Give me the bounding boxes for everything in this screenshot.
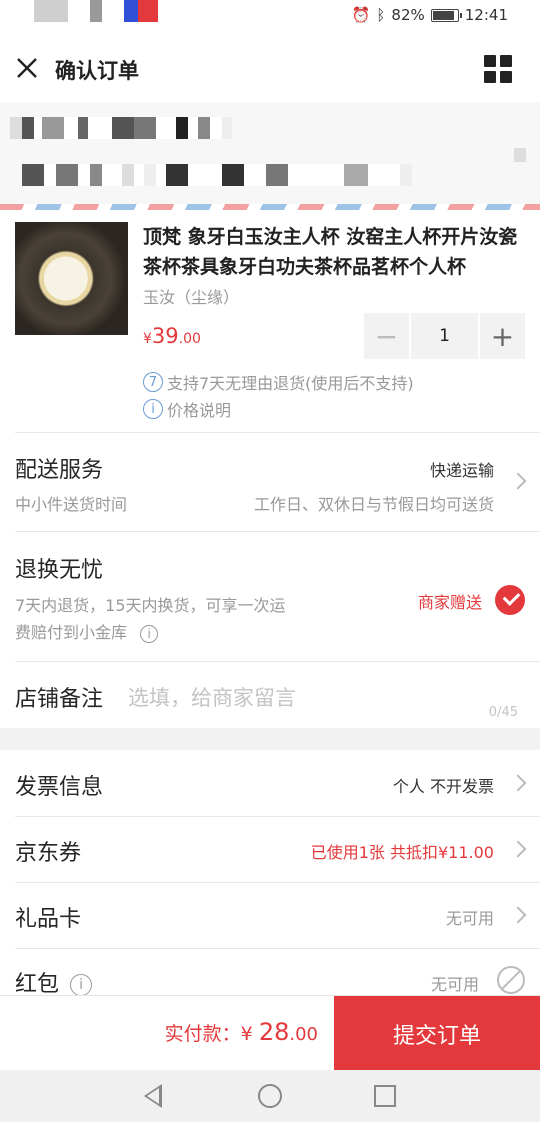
address-detail-blurred	[22, 164, 412, 186]
chevron-right-icon	[509, 472, 527, 490]
close-icon[interactable]	[14, 55, 40, 81]
price-explanation-text: 价格说明	[167, 401, 232, 420]
remark-counter: 0/45	[488, 705, 518, 720]
submit-order-button[interactable]: 提交订单	[334, 996, 540, 1071]
delivery-sub-left: 中小件送货时间	[15, 495, 128, 514]
delivery-value: 快递运输	[429, 461, 494, 480]
divider	[15, 816, 540, 817]
return-policy-text: 支持7天无理由退货(使用后不支持)	[167, 374, 414, 393]
chevron-right-icon	[509, 840, 527, 858]
redpacket-row[interactable]: 红包 i 无可用	[0, 948, 540, 995]
return-service-row: 退换无忧 7天内退货，15天内换货，可享一次运 费赔付到小金库 i 商家赠送	[0, 531, 540, 661]
total-label: 实付款：	[164, 1023, 241, 1045]
clock: 12:41	[464, 6, 508, 24]
price-integer: 39	[151, 324, 179, 348]
price-symbol: ¥	[143, 331, 152, 347]
store-remark-row: 店铺备注 选填，给商家留言 0/45	[0, 661, 540, 728]
battery-icon	[430, 8, 462, 22]
product-card: 顶梵 象牙白玉汝主人杯 汝窑主人杯开片汝瓷茶杯茶具象牙白功夫茶杯品茗杯个人杯 玉…	[0, 210, 540, 432]
address-section[interactable]	[0, 102, 540, 208]
battery-percent: 82%	[391, 6, 425, 24]
home-icon[interactable]	[258, 1084, 282, 1108]
page-title: 确认订单	[55, 59, 139, 83]
divider	[15, 661, 540, 662]
status-notification-icons	[34, 0, 158, 22]
quantity-value[interactable]: 1	[411, 313, 478, 359]
total-integer: 28	[258, 1018, 290, 1046]
info-icon: i	[143, 399, 163, 419]
divider	[15, 882, 540, 883]
info-icon[interactable]: i	[140, 624, 159, 643]
recent-apps-icon[interactable]	[374, 1085, 396, 1107]
delivery-sub-right: 工作日、双休日与节假日均可送货	[253, 495, 494, 514]
invoice-label: 发票信息	[15, 775, 104, 800]
back-icon[interactable]	[144, 1084, 162, 1108]
delivery-service-row[interactable]: 配送服务 快递运输 中小件送货时间 工作日、双休日与节假日均可送货	[0, 432, 540, 531]
check-icon[interactable]	[495, 585, 525, 615]
ban-icon	[497, 966, 525, 994]
return-policy-tip: 7 支持7天无理由退货(使用后不支持)	[143, 370, 414, 394]
total-symbol: ¥	[240, 1023, 259, 1045]
chevron-right-icon	[514, 148, 526, 162]
decrease-button[interactable]: −	[364, 313, 409, 359]
return-service-desc-line1: 7天内退货，15天内换货，可享一次运	[15, 596, 286, 615]
remark-input[interactable]: 选填，给商家留言	[128, 682, 296, 712]
divider	[15, 432, 540, 433]
seven-day-icon: 7	[143, 372, 163, 392]
divider	[15, 531, 540, 532]
quantity-stepper: − 1 +	[364, 313, 525, 359]
giftcard-row[interactable]: 礼品卡 无可用	[0, 882, 540, 948]
delivery-label: 配送服务	[15, 458, 104, 483]
increase-button[interactable]: +	[480, 313, 525, 359]
return-service-value: 商家赠送	[417, 593, 482, 612]
address-name-blurred	[10, 117, 232, 139]
product-price: ¥39.00	[143, 324, 201, 348]
redpacket-label-wrap: 红包 i	[15, 966, 93, 995]
total-amount: 实付款：¥ 28.00	[165, 1018, 318, 1046]
bottom-bar: 实付款：¥ 28.00 提交订单	[0, 995, 540, 1071]
redpacket-value: 无可用	[430, 975, 479, 994]
chevron-right-icon	[509, 906, 527, 924]
grid-menu-icon[interactable]	[484, 55, 512, 83]
bluetooth-icon: ᛒ	[376, 6, 386, 24]
divider	[15, 948, 540, 949]
giftcard-label: 礼品卡	[15, 907, 82, 932]
product-image[interactable]	[15, 222, 128, 335]
status-bar: ⏰ ᛒ 82% 12:41	[0, 0, 540, 36]
redpacket-label: 红包	[15, 972, 60, 995]
total-decimal: .00	[289, 1024, 318, 1045]
product-title[interactable]: 顶梵 象牙白玉汝主人杯 汝窑主人杯开片汝瓷茶杯茶具象牙白功夫茶杯品茗杯个人杯	[143, 222, 521, 282]
invoice-value: 个人 不开发票	[392, 777, 494, 796]
coupon-row[interactable]: 京东券 已使用1张 共抵扣¥11.00	[0, 816, 540, 882]
coupon-label: 京东券	[15, 841, 82, 866]
nav-bar: 确认订单	[0, 36, 540, 102]
info-icon[interactable]: i	[70, 974, 93, 995]
remark-label: 店铺备注	[15, 687, 104, 712]
chevron-right-icon	[509, 774, 527, 792]
alarm-icon: ⏰	[351, 6, 371, 24]
product-spec: 玉汝（尘缘）	[143, 288, 240, 307]
coupon-value: 已使用1张 共抵扣¥11.00	[310, 843, 494, 862]
price-decimal: .00	[178, 331, 201, 347]
return-service-desc-text: 费赔付到小金库	[15, 623, 128, 642]
status-indicators: ⏰ ᛒ 82% 12:41	[352, 6, 508, 24]
giftcard-value: 无可用	[445, 909, 494, 928]
system-navigation-bar	[0, 1070, 540, 1122]
return-service-label: 退换无忧	[15, 558, 104, 583]
return-service-desc-line2: 费赔付到小金库 i	[15, 619, 159, 643]
price-explanation-link[interactable]: i 价格说明	[143, 397, 231, 421]
invoice-row[interactable]: 发票信息 个人 不开发票	[0, 750, 540, 816]
